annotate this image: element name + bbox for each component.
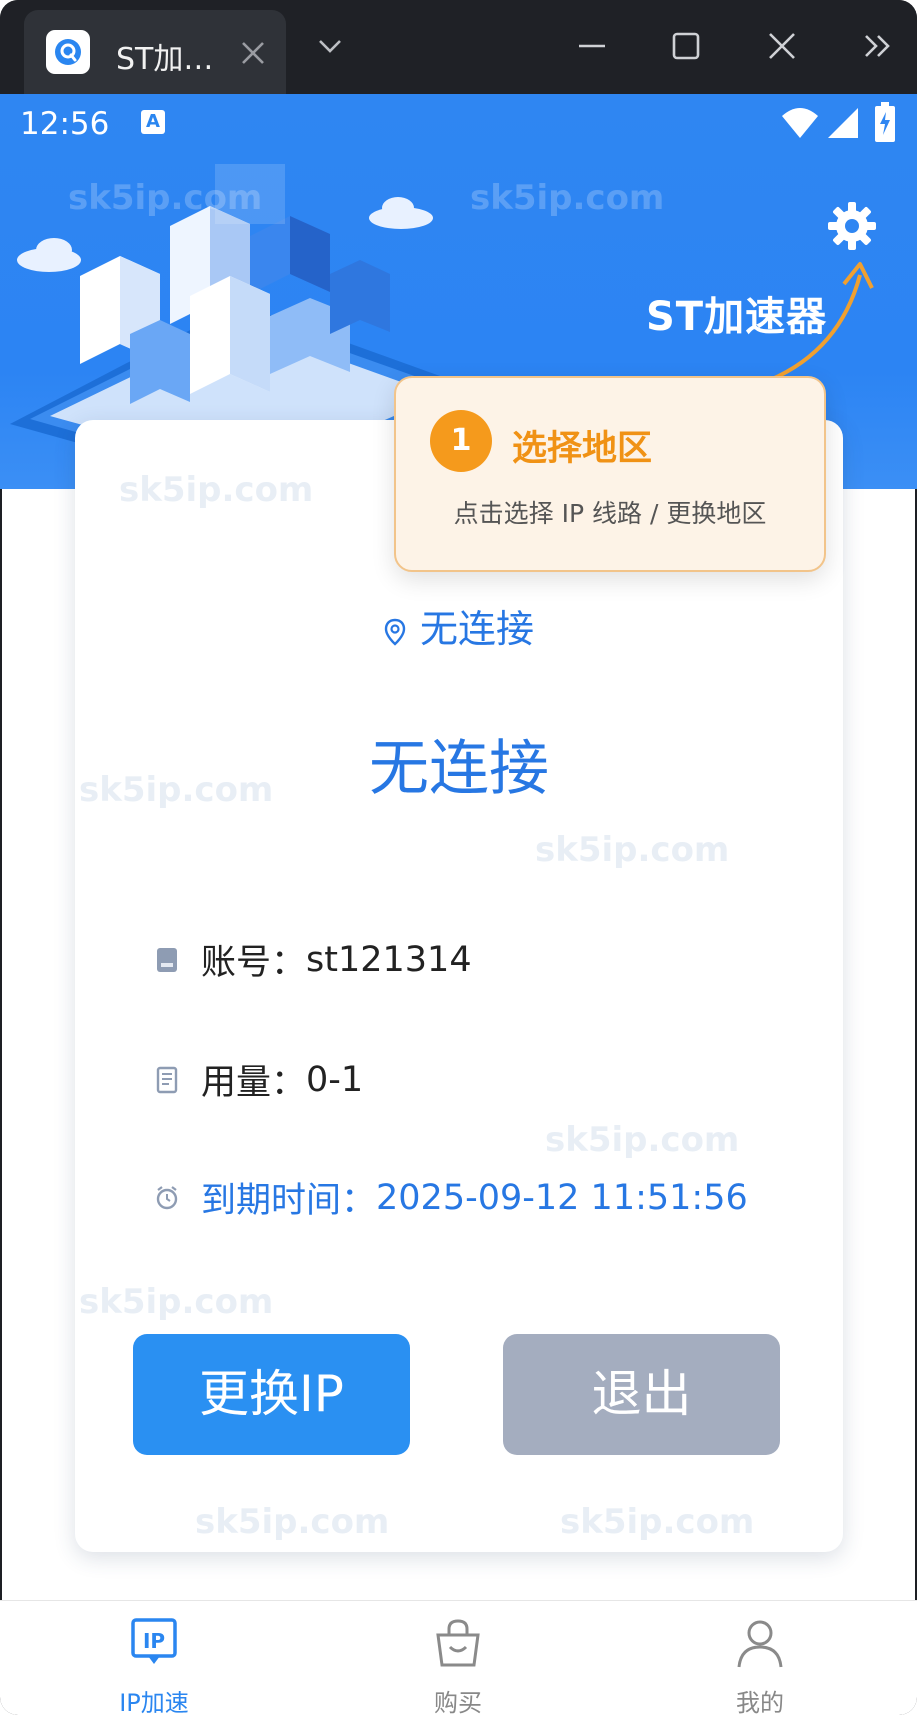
- nav-label: 我的: [736, 1689, 784, 1715]
- tooltip-description: 点击选择 IP 线路 / 更换地区: [453, 499, 767, 528]
- account-icon: [157, 947, 177, 972]
- expiry-value: 2025-09-12 11:51:56: [376, 1177, 748, 1218]
- watermark: sk5ip.com: [119, 470, 314, 510]
- minimize-icon[interactable]: [574, 28, 610, 64]
- usage-label: 用量：: [201, 1063, 307, 1103]
- watermark: sk5ip.com: [545, 1120, 740, 1160]
- alarm-clock-icon: [156, 1185, 178, 1209]
- user-icon: [737, 1620, 783, 1668]
- tooltip-title: 选择地区: [512, 429, 653, 469]
- watermark: sk5ip.com: [560, 1502, 755, 1542]
- close-icon[interactable]: [236, 36, 270, 70]
- nav-label: IP加速: [119, 1689, 189, 1715]
- window-titlebar: ST加…: [0, 0, 917, 94]
- double-chevron-right-icon[interactable]: [860, 28, 896, 64]
- expiry-row: 到期时间： 2025-09-12 11:51:56: [155, 1172, 748, 1223]
- watermark: sk5ip.com: [195, 1502, 390, 1542]
- gear-icon[interactable]: [826, 200, 878, 252]
- location-selector[interactable]: 无连接: [75, 598, 843, 653]
- status-bar: 12:56 A: [0, 94, 917, 154]
- signal-icon: [828, 108, 858, 138]
- watermark: sk5ip.com: [470, 178, 665, 218]
- usage-row: 用量： 0-1: [155, 1054, 363, 1105]
- notification-badge: A: [141, 110, 165, 134]
- usage-value: 0-1: [306, 1059, 364, 1100]
- maximize-icon[interactable]: [668, 28, 704, 64]
- chevron-down-icon[interactable]: [312, 28, 348, 64]
- change-ip-button[interactable]: 更换IP: [133, 1334, 410, 1455]
- wifi-icon: [782, 108, 818, 138]
- bottom-navigation: IP IP加速 购买 我的: [0, 1600, 917, 1715]
- shopping-bag-icon: [436, 1619, 480, 1667]
- location-pin-icon: [384, 618, 406, 646]
- location-label: 无连接: [419, 607, 534, 651]
- watermark: sk5ip.com: [535, 830, 730, 870]
- onboarding-tooltip[interactable]: 1 选择地区 点击选择 IP 线路 / 更换地区: [394, 376, 826, 572]
- ip-icon: IP: [131, 1618, 177, 1664]
- step-number-badge: 1: [430, 410, 492, 472]
- usage-icon: [156, 1066, 178, 1093]
- nav-label: 购买: [434, 1689, 482, 1715]
- battery-icon: [875, 102, 895, 142]
- account-row: 账号： st121314: [155, 934, 472, 985]
- nav-item-ip-accelerate[interactable]: IP IP加速: [54, 1601, 254, 1715]
- app-window: ST加… sk5ip.com sk5ip.com ST加速器 12:56 A s…: [0, 0, 917, 1715]
- connection-status: 无连接: [369, 734, 549, 804]
- account-value: st121314: [306, 939, 472, 980]
- svg-text:IP: IP: [143, 1629, 165, 1653]
- tab-title: ST加…: [116, 42, 214, 77]
- nav-item-mine[interactable]: 我的: [660, 1601, 860, 1715]
- nav-item-buy[interactable]: 购买: [358, 1601, 558, 1715]
- connection-card: sk5ip.com sk5ip.com sk5ip.com sk5ip.com …: [75, 420, 843, 1552]
- browser-tab[interactable]: ST加…: [24, 10, 286, 94]
- close-window-icon[interactable]: [764, 28, 800, 64]
- expiry-label: 到期时间：: [201, 1181, 377, 1221]
- hint-arrow-icon: [769, 262, 874, 382]
- exit-button[interactable]: 退出: [503, 1334, 780, 1455]
- account-label: 账号：: [201, 943, 307, 983]
- watermark: sk5ip.com: [79, 1282, 274, 1322]
- status-time: 12:56: [20, 106, 110, 142]
- app-icon: [46, 30, 90, 74]
